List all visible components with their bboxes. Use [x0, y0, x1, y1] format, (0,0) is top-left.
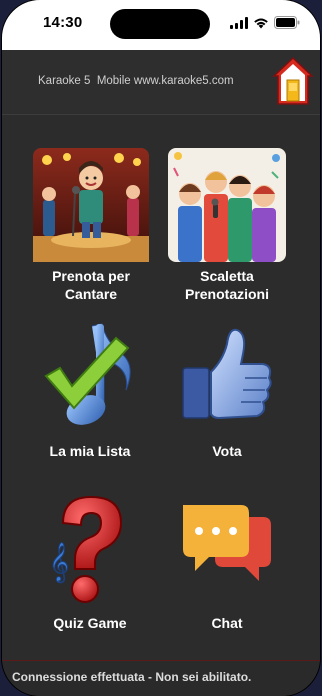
menu-item-label: Scaletta Prenotazioni — [184, 268, 269, 302]
header-title: Karaoke 5 Mobile www.karaoke5.com — [38, 75, 234, 87]
question-mark-icon: 𝄞 — [49, 495, 123, 603]
singer-stage-image — [33, 148, 149, 262]
menu-item-label: Chat — [211, 615, 243, 631]
menu-item-label: La mia Lista — [49, 443, 131, 459]
svg-text:𝄞: 𝄞 — [49, 542, 69, 583]
thumbs-up-icon — [182, 328, 272, 420]
music-note-check-icon — [44, 323, 131, 425]
menu-grid: Prenota per Cantare Scaletta Prenotazion… — [2, 115, 320, 660]
menu-item-label: Prenota per Cantare — [52, 268, 130, 302]
menu-item-vota[interactable]: Vota — [157, 320, 297, 460]
menu-item-label: Quiz Game — [53, 615, 127, 631]
status-time: 14:30 — [43, 14, 83, 31]
connection-status-text: Connessione effettuata - Non sei abilita… — [12, 670, 252, 684]
home-icon[interactable] — [272, 56, 314, 106]
phone-screen: 14:30 Karaoke 5 Mobile www.karaoke5.com — [2, 0, 320, 696]
chat-bubbles-icon — [183, 505, 271, 581]
dynamic-island — [110, 9, 210, 39]
menu-item-prenota[interactable]: Prenota per Cantare — [21, 148, 161, 303]
status-bar: 14:30 — [2, 0, 320, 50]
battery-icon — [274, 16, 300, 29]
wifi-icon — [254, 17, 268, 28]
connection-status-bar: Connessione effettuata - Non sei abilita… — [2, 660, 320, 696]
menu-item-label: Vota — [212, 443, 242, 459]
menu-item-la-mia-lista[interactable]: La mia Lista — [20, 320, 160, 460]
crowd-singing-image — [168, 148, 286, 262]
menu-item-chat[interactable]: Chat — [157, 493, 297, 632]
menu-item-quiz-game[interactable]: 𝄞 Quiz Game — [20, 493, 160, 632]
menu-item-scaletta[interactable]: Scaletta Prenotazioni — [157, 148, 297, 303]
app-header: Karaoke 5 Mobile www.karaoke5.com — [2, 50, 320, 115]
signal-icon — [230, 16, 248, 29]
